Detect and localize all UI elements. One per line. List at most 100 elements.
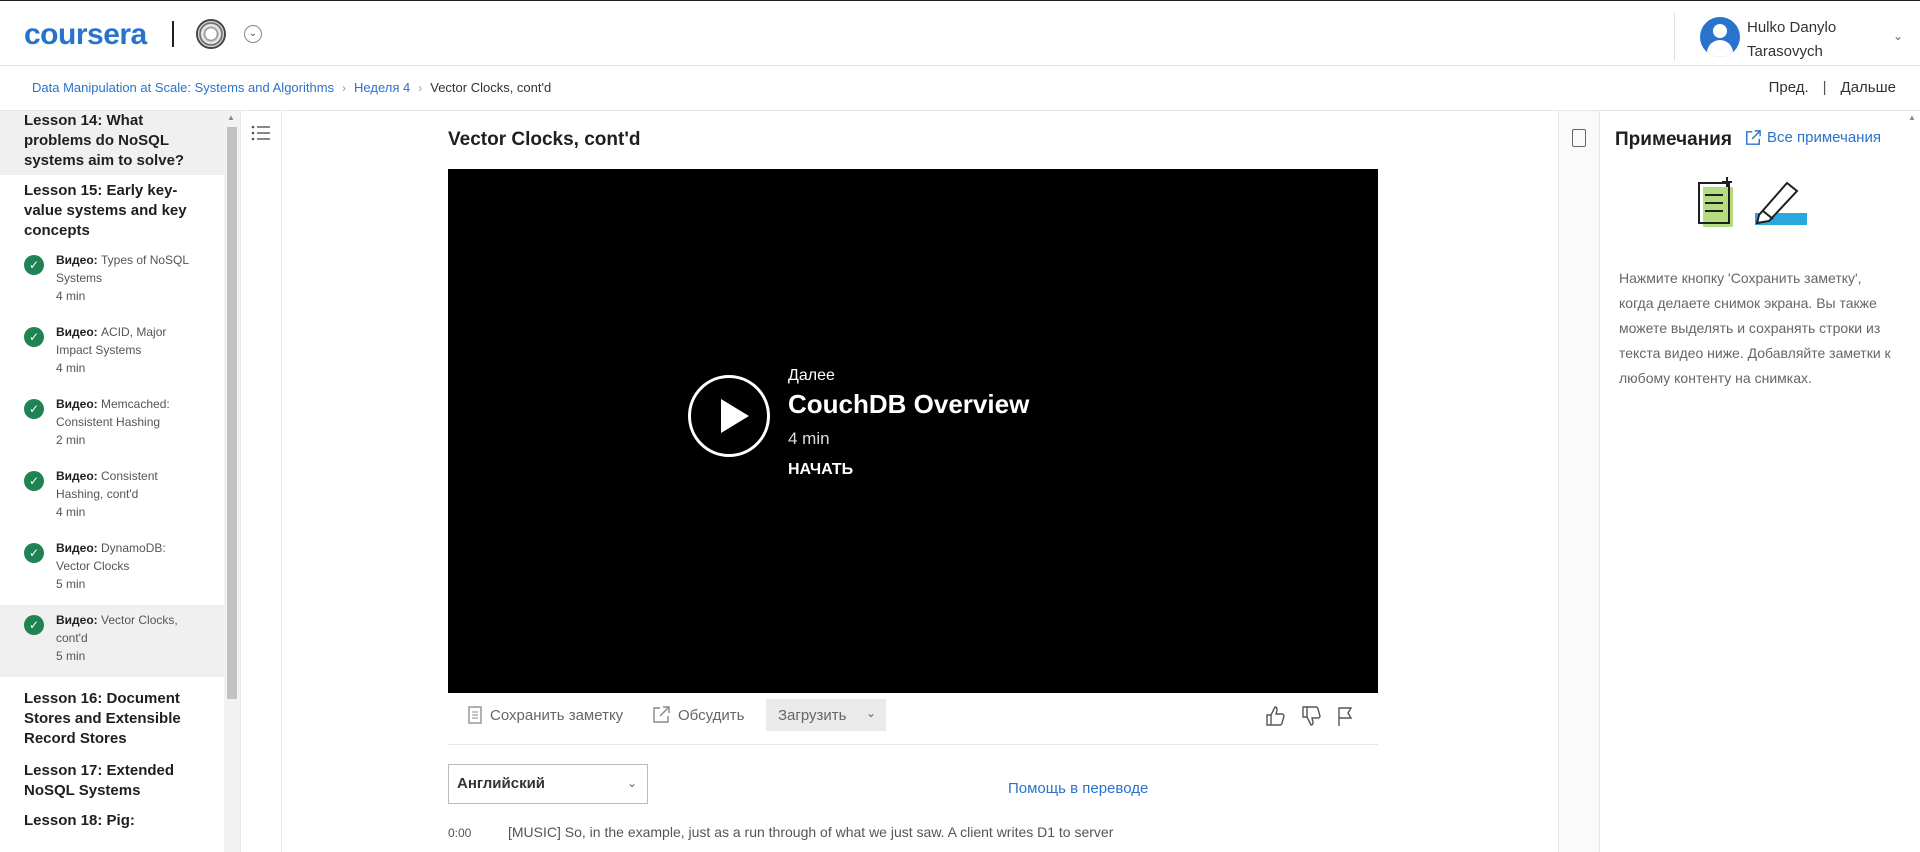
transcript-language-select[interactable]: Английский ⌄ — [448, 764, 648, 804]
lesson-title: Lesson 14: What problems do NoSQL system… — [24, 112, 185, 169]
play-icon[interactable] — [688, 375, 770, 457]
video-toolbar: Сохранить заметку Обсудить Загрузить ⌄ — [448, 699, 1378, 745]
page-scrollbar[interactable]: ▲ — [1904, 111, 1920, 852]
checkmark-icon: ✓ — [24, 615, 44, 635]
top-header: coursera ⌄ Hulko Danylo Tarasovych ⌄ — [0, 0, 1920, 66]
notes-help-text: Нажмите кнопку 'Сохранить заметку', когд… — [1619, 270, 1891, 386]
feedback-buttons — [1264, 705, 1354, 727]
notes-title: Примечания — [1615, 129, 1732, 150]
thumbs-down-icon[interactable] — [1300, 705, 1322, 727]
main-content: Vector Clocks, cont'd Далее CouchDB Over… — [282, 111, 1557, 852]
item-type: Видео: — [56, 253, 98, 267]
chevron-down-icon: ⌄ — [865, 706, 876, 720]
notes-illustration-icon — [1698, 177, 1807, 227]
scroll-up-arrow-icon[interactable]: ▲ — [1908, 113, 1916, 122]
outline-column — [240, 111, 282, 852]
header-divider — [1674, 13, 1675, 61]
user-menu-chevron-icon[interactable]: ⌄ — [1893, 29, 1903, 43]
next-label: Далее — [788, 367, 835, 384]
video-player[interactable]: Далее CouchDB Overview 4 min НАЧАТЬ — [448, 169, 1378, 693]
scrollbar-thumb[interactable] — [227, 127, 237, 699]
item-type: Видео: — [56, 397, 98, 411]
lesson-title: Lesson 16: Document Stores and Extensibl… — [24, 690, 181, 747]
prev-next-nav: Пред. | Дальше — [1769, 79, 1896, 96]
prev-button[interactable]: Пред. — [1769, 79, 1809, 96]
coursera-logo[interactable]: coursera — [24, 18, 147, 52]
sidebar-item-memcached[interactable]: ✓ Видео: Memcached: Consistent Hashing 2… — [0, 389, 224, 461]
external-link-icon — [1746, 129, 1761, 145]
breadcrumb-current: Vector Clocks, cont'd — [430, 80, 552, 95]
notes-toggle-icon[interactable] — [1572, 129, 1586, 147]
user-name[interactable]: Hulko Danylo Tarasovych — [1747, 16, 1867, 64]
sidebar-item-acid[interactable]: ✓ Видео: ACID, Major Impact Systems 4 mi… — [0, 317, 224, 389]
item-type: Видео: — [56, 469, 98, 483]
list-outline-icon[interactable] — [251, 125, 271, 141]
note-icon — [468, 706, 482, 724]
checkmark-icon: ✓ — [24, 327, 44, 347]
download-dropdown[interactable]: Загрузить ⌄ — [766, 699, 886, 731]
lesson-title: Lesson 15: Early key-value systems and k… — [24, 182, 187, 239]
scroll-up-arrow-icon[interactable]: ▲ — [227, 113, 235, 122]
notes-toggle-column — [1558, 111, 1600, 852]
item-duration: 5 min — [56, 577, 86, 591]
chevron-right-icon: › — [342, 80, 347, 95]
sidebar-scrollbar[interactable]: ▲ — [224, 111, 240, 852]
checkmark-icon: ✓ — [24, 255, 44, 275]
university-menu-chevron-icon[interactable]: ⌄ — [244, 25, 262, 43]
thumbs-up-icon[interactable] — [1264, 705, 1286, 727]
language-value: Английский — [457, 775, 546, 792]
lesson-15[interactable]: Lesson 15: Early key-value systems and k… — [0, 175, 224, 245]
flag-icon[interactable] — [1336, 705, 1354, 727]
page-title: Vector Clocks, cont'd — [448, 129, 641, 150]
next-button[interactable]: Дальше — [1841, 79, 1896, 96]
breadcrumb-week[interactable]: Неделя 4 — [354, 80, 410, 95]
breadcrumb-bar: Data Manipulation at Scale: Systems and … — [0, 66, 1920, 111]
external-link-icon — [653, 706, 670, 723]
all-notes-label: Все примечания — [1767, 129, 1881, 146]
all-notes-link[interactable]: Все примечания — [1745, 129, 1881, 146]
transcript-line[interactable]: 0:00 [MUSIC] So, in the example, just as… — [448, 824, 1113, 840]
next-video-duration: 4 min — [788, 429, 830, 448]
item-duration: 4 min — [56, 289, 86, 303]
lesson-16[interactable]: Lesson 16: Document Stores and Extensibl… — [0, 677, 224, 755]
notes-panel: Примечания Все примечания Нажмите кнопку… — [1600, 111, 1904, 852]
sidebar-item-types-of-nosql[interactable]: ✓ Видео: Types of NoSQL Systems 4 min — [0, 245, 224, 317]
discuss-button[interactable]: Обсудить — [652, 699, 744, 731]
lesson-sidebar: Lesson 14: What problems do NoSQL system… — [0, 111, 224, 852]
next-video-title[interactable]: CouchDB Overview — [788, 389, 1029, 420]
start-button[interactable]: НАЧАТЬ — [788, 461, 853, 479]
item-type: Видео: — [56, 325, 98, 339]
save-note-button[interactable]: Сохранить заметку — [468, 699, 623, 731]
checkmark-icon: ✓ — [24, 543, 44, 563]
sidebar-item-consistent-hashing[interactable]: ✓ Видео: Consistent Hashing, cont'd 4 mi… — [0, 461, 224, 533]
help-translate-link[interactable]: Помощь в переводе — [1008, 780, 1148, 797]
breadcrumb-course[interactable]: Data Manipulation at Scale: Systems and … — [32, 80, 334, 95]
item-duration: 5 min — [56, 649, 86, 663]
lesson-17[interactable]: Lesson 17: Extended NoSQL Systems — [0, 755, 224, 807]
download-label: Загрузить — [778, 706, 847, 724]
transcript-timestamp[interactable]: 0:00 — [448, 824, 508, 840]
sidebar-item-dynamodb[interactable]: ✓ Видео: DynamoDB: Vector Clocks 5 min — [0, 533, 224, 605]
university-seal-icon[interactable] — [196, 19, 226, 49]
user-avatar-icon[interactable] — [1700, 17, 1740, 57]
transcript-text[interactable]: [MUSIC] So, in the example, just as a ru… — [508, 824, 1113, 840]
sidebar-item-vector-clocks[interactable]: ✓ Видео: Vector Clocks, cont'd 5 min — [0, 605, 224, 677]
breadcrumb: Data Manipulation at Scale: Systems and … — [32, 80, 551, 95]
lesson-title: Lesson 17: Extended NoSQL Systems — [24, 762, 175, 799]
item-duration: 2 min — [56, 433, 86, 447]
item-type: Видео: — [56, 613, 98, 627]
logo-divider — [172, 21, 174, 47]
discuss-label: Обсудить — [678, 706, 745, 724]
lesson-14[interactable]: Lesson 14: What problems do NoSQL system… — [0, 111, 224, 175]
lesson-title: Lesson 18: Pig: — [24, 812, 135, 829]
nav-separator: | — [1822, 79, 1827, 96]
lesson-18[interactable]: Lesson 18: Pig: — [0, 807, 224, 831]
item-duration: 4 min — [56, 505, 86, 519]
chevron-down-icon: ⌄ — [626, 776, 637, 790]
checkmark-icon: ✓ — [24, 399, 44, 419]
checkmark-icon: ✓ — [24, 471, 44, 491]
item-type: Видео: — [56, 541, 98, 555]
chevron-right-icon: › — [418, 80, 423, 95]
save-note-label: Сохранить заметку — [490, 706, 624, 724]
item-duration: 4 min — [56, 361, 86, 375]
